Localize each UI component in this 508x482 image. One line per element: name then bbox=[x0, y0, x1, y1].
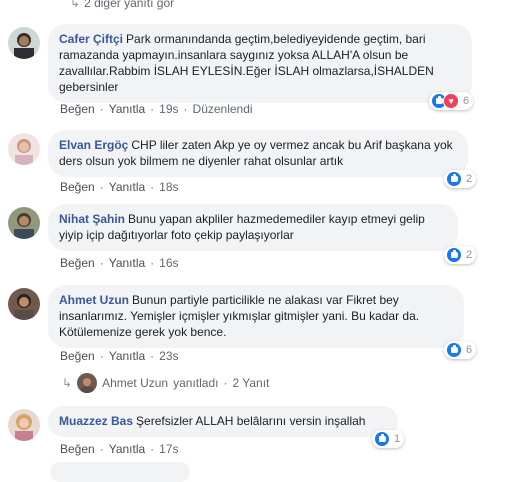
comment-author[interactable]: Nihat Şahin bbox=[59, 212, 125, 226]
comment-time[interactable]: 18s bbox=[159, 180, 178, 194]
avatar[interactable] bbox=[8, 133, 40, 165]
like-reaction-icon bbox=[446, 342, 462, 358]
reply-link[interactable]: Yanıtla bbox=[109, 256, 145, 270]
comment-time[interactable]: 16s bbox=[159, 256, 178, 270]
reaction-count: 2 bbox=[466, 249, 473, 261]
comment-bubble: Nihat Şahin Bunu yapan akpliler hazmedeme… bbox=[48, 204, 458, 251]
view-more-replies-link[interactable]: ↳ 2 diğer yanıtı gör bbox=[70, 0, 174, 10]
comment-time[interactable]: 17s bbox=[159, 442, 178, 456]
comment-actions: Beğen · Yanıtla · 17s bbox=[60, 442, 179, 456]
reply-link[interactable]: Yanıtla bbox=[109, 349, 145, 363]
avatar bbox=[77, 373, 98, 393]
avatar[interactable] bbox=[8, 207, 40, 239]
reply-author: Ahmet Uzun bbox=[102, 376, 169, 390]
like-reaction-icon bbox=[446, 171, 462, 187]
edited-label[interactable]: Düzenlendi bbox=[193, 102, 253, 116]
reaction-summary[interactable]: 2 bbox=[444, 170, 477, 188]
comment-bubble: Cafer Çiftçi Park ormanındanda geçtim,bel… bbox=[48, 24, 472, 103]
reaction-count: 1 bbox=[394, 433, 401, 445]
reply-count: 2 Yanıt bbox=[232, 376, 270, 390]
comment-bubble: Ahmet Uzun Bunun partiyle particilikle ne… bbox=[48, 285, 464, 348]
like-link[interactable]: Beğen bbox=[60, 349, 95, 363]
reply-summary[interactable]: ↳ Ahmet Uzun yanıtladı · 2 Yanıt bbox=[62, 373, 269, 393]
comment-author[interactable]: Cafer Çiftçi bbox=[59, 32, 123, 46]
like-link[interactable]: Beğen bbox=[60, 180, 95, 194]
next-comment-bubble bbox=[50, 462, 190, 482]
comment-bubble: Muazzez Bas Şerefsizler ALLAH belâlarını … bbox=[48, 406, 398, 437]
reply-separator: · bbox=[223, 376, 228, 390]
reply-arrow-icon: ↳ bbox=[62, 376, 73, 390]
comment-time[interactable]: 23s bbox=[159, 349, 178, 363]
reply-arrow-icon: ↳ bbox=[70, 0, 81, 10]
love-reaction-icon: ♥ bbox=[443, 93, 459, 109]
like-reaction-icon bbox=[446, 247, 462, 263]
comment-author[interactable]: Ahmet Uzun bbox=[59, 293, 129, 307]
comment-time[interactable]: 19s bbox=[159, 102, 178, 116]
like-reaction-icon bbox=[374, 431, 390, 447]
reaction-summary[interactable]: ♥ 6 bbox=[429, 92, 474, 110]
avatar[interactable] bbox=[8, 409, 40, 441]
comment-author[interactable]: Muazzez Bas bbox=[59, 414, 133, 428]
view-more-replies-label: 2 diğer yanıtı gör bbox=[84, 0, 175, 10]
reaction-summary[interactable]: 6 bbox=[444, 341, 477, 359]
reply-link[interactable]: Yanıtla bbox=[109, 442, 145, 456]
reaction-count: 6 bbox=[466, 344, 473, 356]
avatar[interactable] bbox=[8, 288, 40, 320]
reaction-summary[interactable]: 1 bbox=[372, 430, 405, 448]
comment-text: Şerefsizler ALLAH belâlarını versin inşa… bbox=[136, 414, 366, 428]
reply-link[interactable]: Yanıtla bbox=[109, 180, 145, 194]
like-link[interactable]: Beğen bbox=[60, 102, 95, 116]
like-link[interactable]: Beğen bbox=[60, 442, 95, 456]
comment-actions: Beğen · Yanıtla · 16s bbox=[60, 256, 179, 270]
comment-bubble: Elvan Ergöç CHP liler zaten Akp ye oy ver… bbox=[48, 130, 468, 177]
comment-actions: Beğen · Yanıtla · 19s · Düzenlendi bbox=[60, 102, 253, 116]
reaction-count: 2 bbox=[466, 173, 473, 185]
reply-action: yanıtladı bbox=[173, 376, 219, 390]
comment-actions: Beğen · Yanıtla · 23s bbox=[60, 349, 179, 363]
reply-link[interactable]: Yanıtla bbox=[109, 102, 145, 116]
comment-author[interactable]: Elvan Ergöç bbox=[59, 138, 128, 152]
like-link[interactable]: Beğen bbox=[60, 256, 95, 270]
reaction-summary[interactable]: 2 bbox=[444, 246, 477, 264]
reaction-count: 6 bbox=[463, 95, 470, 107]
avatar[interactable] bbox=[8, 27, 40, 59]
comment-actions: Beğen · Yanıtla · 18s bbox=[60, 180, 179, 194]
